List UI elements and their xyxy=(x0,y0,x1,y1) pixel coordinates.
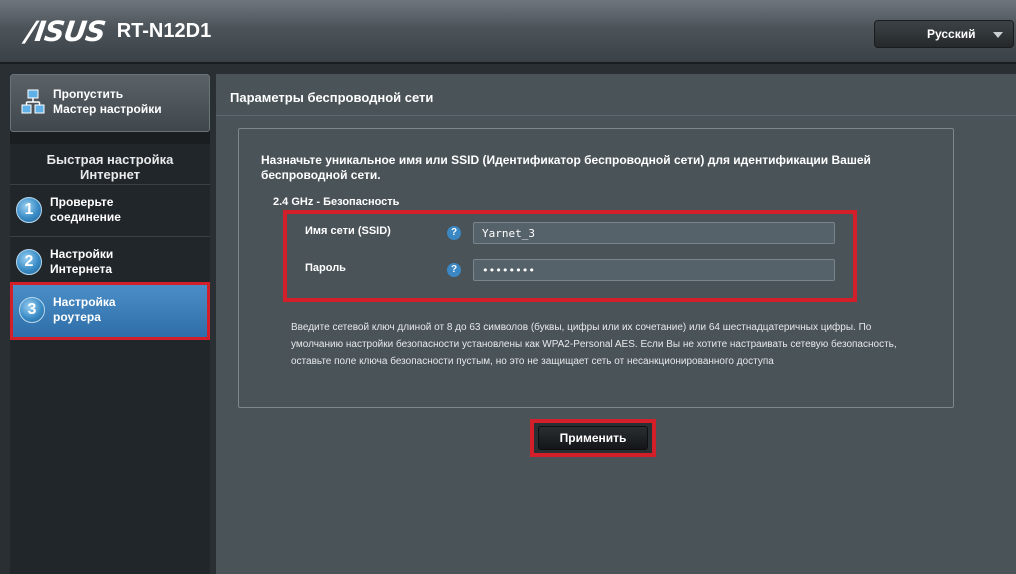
network-icon xyxy=(21,89,45,114)
skip-line1: Пропустить xyxy=(53,87,124,101)
sidebar-step-internet-settings[interactable]: 2 Настройки Интернета xyxy=(10,236,210,288)
step-line1: Проверьте xyxy=(50,195,114,209)
skip-line2: Мастер настройки xyxy=(53,102,162,116)
security-note: Введите сетевой ключ длиной от 8 до 63 с… xyxy=(291,322,897,367)
divider xyxy=(216,115,1016,116)
wireless-settings-panel: Назначьте уникальное имя или SSID (Идент… xyxy=(238,128,954,408)
panel-description: Назначьте уникальное имя или SSID (Идент… xyxy=(261,153,871,182)
step-label: Проверьте соединение xyxy=(50,195,121,225)
model-name: RT-N12D1 xyxy=(116,19,212,42)
password-label: Пароль xyxy=(305,262,346,274)
sidebar-step-check-connection[interactable]: 1 Проверьте соединение xyxy=(10,184,210,236)
step-line2: роутера xyxy=(53,310,101,324)
asus-logo: /ISUS RT-N12D1 xyxy=(23,14,212,48)
security-section-label: 2.4 GHz - Безопасность xyxy=(273,196,400,208)
apply-button[interactable]: Применить xyxy=(538,426,648,450)
quick-setup-panel: Быстрая настройка Интернет 1 Проверьте с… xyxy=(10,144,210,574)
main-content: Параметры беспроводной сети Назначьте ун… xyxy=(216,74,1016,574)
language-select[interactable]: Русский xyxy=(874,20,1014,48)
step-line1: Настройки xyxy=(50,247,114,261)
step-number-icon: 1 xyxy=(16,197,42,223)
credentials-highlight-box: Имя сети (SSID) ? Пароль ? xyxy=(283,210,857,302)
skip-wizard-button[interactable]: Пропустить Мастер настройки xyxy=(10,74,210,132)
step-label: Настройка роутера xyxy=(53,295,116,325)
quick-title-line2: Интернет xyxy=(79,167,140,182)
header-bar: /ISUS RT-N12D1 Русский xyxy=(0,0,1016,64)
skip-wizard-label: Пропустить Мастер настройки xyxy=(53,87,162,117)
page-title: Параметры беспроводной сети xyxy=(230,90,434,105)
help-icon[interactable]: ? xyxy=(447,263,461,277)
password-input[interactable] xyxy=(473,259,835,281)
ssid-label: Имя сети (SSID) xyxy=(305,225,391,237)
ssid-input[interactable] xyxy=(473,222,835,244)
step-label: Настройки Интернета xyxy=(50,247,113,277)
sidebar: Пропустить Мастер настройки Быстрая наст… xyxy=(10,74,210,574)
step-line1: Настройка xyxy=(53,295,116,309)
chevron-down-icon xyxy=(993,32,1003,38)
quick-title-line1: Быстрая настройка xyxy=(46,152,174,167)
brand-logo: /ISUS xyxy=(23,14,108,48)
step-line2: Интернета xyxy=(50,262,113,276)
apply-highlight-box: Применить xyxy=(530,419,656,457)
quick-setup-title: Быстрая настройка Интернет xyxy=(10,152,210,182)
step-line2: соединение xyxy=(50,210,121,224)
help-icon[interactable]: ? xyxy=(447,226,461,240)
step-number-icon: 3 xyxy=(19,297,45,323)
step-number-icon: 2 xyxy=(16,249,42,275)
language-value: Русский xyxy=(927,27,976,41)
sidebar-step-router-settings[interactable]: 3 Настройка роутера xyxy=(10,282,210,340)
